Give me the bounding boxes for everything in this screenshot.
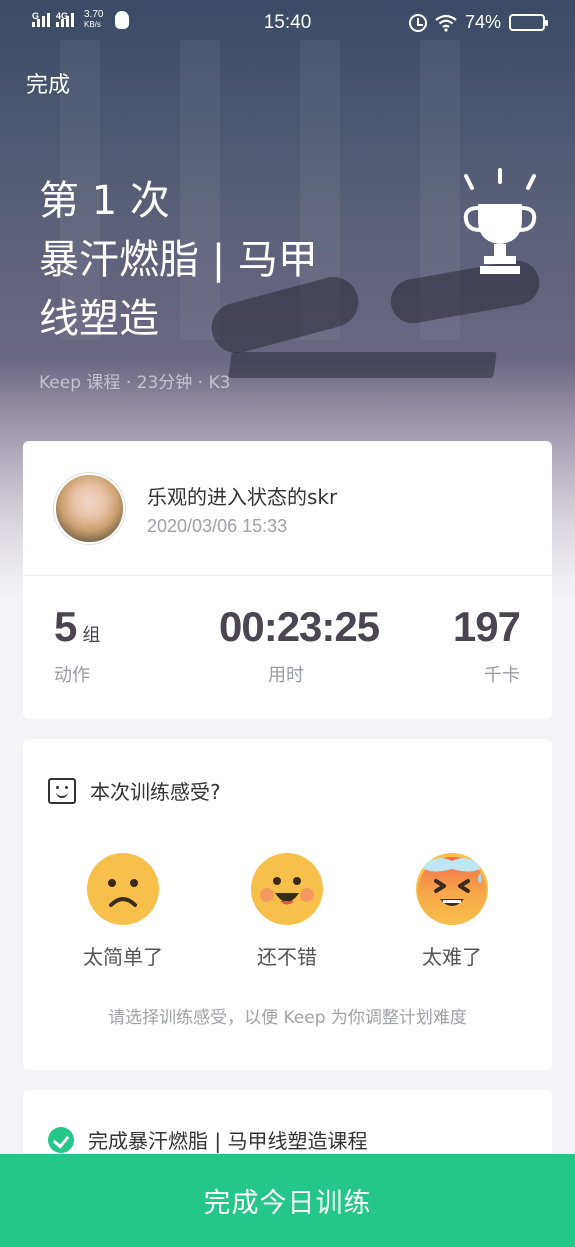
feedback-title: 本次训练感受? — [90, 780, 221, 804]
avatar[interactable] — [54, 473, 125, 544]
workout-summary-card: 乐观的进入状态的skr 2020/03/06 15:33 5组 动作 00:23… — [23, 441, 552, 719]
status-bar-right: 74% — [408, 12, 548, 33]
alarm-icon — [408, 13, 427, 32]
feedback-header: 本次训练感受? — [48, 776, 221, 805]
feedback-option-hard[interactable]: 太难了 — [392, 853, 512, 970]
course-title-line: 暴汗燃脂 | 马甲 — [39, 237, 318, 283]
course-title: 第 1 次 暴汗燃脂 | 马甲 线塑造 — [39, 172, 379, 349]
exhausted-face-icon — [416, 853, 488, 925]
course-title-line: 第 1 次 — [39, 178, 170, 224]
stat-value: 00:23:25 — [219, 603, 380, 650]
finish-today-training-button[interactable]: 完成今日训练 — [0, 1154, 575, 1247]
feedback-card: 本次训练感受? 太简单了 还不错 太难了 请选择训练感受，以便 Keep 为你调… — [23, 739, 552, 1070]
done-button[interactable]: 完成 — [26, 67, 70, 99]
course-meta: Keep 课程 · 23分钟 · K3 — [39, 373, 231, 393]
feedback-option-ok[interactable]: 还不错 — [227, 853, 347, 970]
background-yoga-mat — [228, 352, 497, 378]
feedback-option-easy[interactable]: 太简单了 — [63, 853, 183, 970]
stat-calories: 197 千卡 — [452, 603, 521, 687]
stat-label: 动作 — [54, 665, 90, 686]
stat-unit: 组 — [82, 625, 101, 646]
happy-face-icon — [251, 853, 323, 925]
smiley-chat-icon — [48, 777, 76, 804]
trophy-icon — [463, 168, 537, 274]
workout-datetime: 2020/03/06 15:33 — [147, 516, 288, 536]
course-title-line: 线塑造 — [39, 296, 159, 342]
task-item: 完成暴汗燃脂 | 马甲线塑造课程 — [48, 1125, 367, 1154]
stat-value: 5 — [54, 603, 77, 650]
checkmark-icon — [48, 1126, 74, 1153]
wifi-icon — [435, 14, 457, 32]
user-name: 乐观的进入状态的skr — [147, 485, 338, 509]
stat-sets: 5组 动作 — [54, 603, 100, 687]
stat-label: 千卡 — [484, 665, 520, 686]
battery-icon — [509, 14, 548, 31]
divider — [23, 575, 552, 576]
sad-face-icon — [87, 853, 159, 925]
battery-percent: 74% — [464, 12, 501, 32]
feedback-option-label: 太简单了 — [83, 945, 163, 969]
status-bar: G 4G 3.70 KB/s 15:40 74% — [0, 0, 575, 44]
stat-duration: 00:23:25 用时 — [219, 603, 380, 687]
task-text: 完成暴汗燃脂 | 马甲线塑造课程 — [88, 1129, 368, 1153]
feedback-option-label: 太难了 — [422, 945, 482, 969]
stat-label: 用时 — [268, 665, 304, 686]
stat-value: 197 — [452, 603, 521, 650]
feedback-hint: 请选择训练感受，以便 Keep 为你调整计划难度 — [108, 1008, 467, 1028]
feedback-option-label: 还不错 — [257, 945, 317, 969]
